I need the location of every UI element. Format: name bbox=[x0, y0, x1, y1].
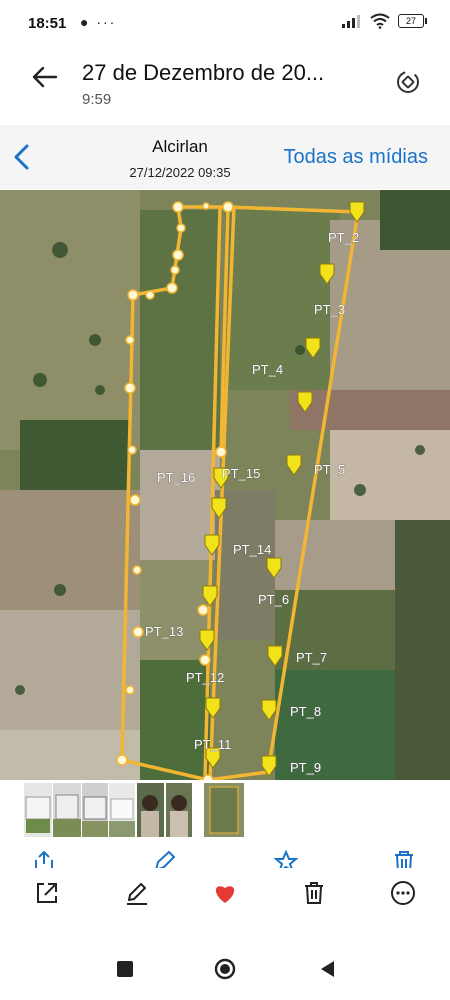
home-circle-icon[interactable] bbox=[214, 958, 236, 980]
map-label-pt16: PT_16 bbox=[157, 470, 195, 485]
status-time: 18:51 bbox=[28, 15, 67, 32]
back-triangle-icon[interactable] bbox=[316, 958, 338, 980]
notification-icons: ● ··· bbox=[80, 14, 117, 30]
map-label-pt13: PT_13 bbox=[145, 624, 183, 639]
share-icon[interactable] bbox=[34, 880, 60, 906]
map-label-pt11: PT_11 bbox=[194, 737, 231, 752]
action-bar bbox=[0, 868, 450, 920]
page-title: 27 de Dezembro de 20... bbox=[82, 60, 325, 85]
page-subtitle: 9:59 bbox=[82, 91, 112, 108]
heart-icon[interactable] bbox=[212, 880, 238, 906]
thumbnail-6[interactable] bbox=[166, 783, 192, 837]
viewer-toolbar-peek bbox=[0, 840, 450, 868]
edit-icon-peek[interactable] bbox=[152, 850, 176, 868]
map-label-pt9: PT_9 bbox=[290, 760, 321, 775]
trash-icon-peek[interactable] bbox=[392, 850, 416, 868]
thumbnail-7-selected[interactable] bbox=[204, 783, 244, 837]
map-label-pt15: PT_15 bbox=[222, 466, 260, 481]
more-horizontal-icon[interactable] bbox=[390, 880, 416, 906]
all-media-link[interactable]: Todas as mídias bbox=[283, 146, 428, 169]
app-header: 27 de Dezembro de 20... 9:59 bbox=[0, 48, 450, 122]
satellite-photo[interactable]: PT_2 PT_3 PT_4 PT_5 PT_6 PT_7 PT_8 PT_9 … bbox=[0, 190, 450, 780]
recents-square-icon[interactable] bbox=[114, 958, 136, 980]
pencil-icon[interactable] bbox=[124, 880, 150, 906]
status-bar: 18:51 ● ··· 27 bbox=[0, 0, 450, 48]
thumbnail-1[interactable] bbox=[24, 783, 52, 837]
arrow-left-icon[interactable] bbox=[30, 62, 60, 92]
signal-icon bbox=[342, 15, 360, 28]
map-label-pt2: PT_2 bbox=[328, 230, 359, 245]
thumbnail-2[interactable] bbox=[53, 783, 81, 837]
wifi-icon bbox=[370, 13, 390, 29]
map-label-pt12: PT_12 bbox=[186, 670, 224, 685]
map-label-pt5: PT_5 bbox=[314, 462, 345, 477]
map-label-pt8: PT_8 bbox=[290, 704, 321, 719]
status-right: 27 bbox=[342, 13, 427, 29]
satellite-map: PT_2 PT_3 PT_4 PT_5 PT_6 PT_7 PT_8 PT_9 … bbox=[0, 190, 450, 780]
map-label-pt7: PT_7 bbox=[296, 650, 327, 665]
map-label-pt3: PT_3 bbox=[314, 302, 345, 317]
map-label-pt14: PT_14 bbox=[233, 542, 271, 557]
thumbnail-4[interactable] bbox=[109, 783, 135, 837]
viewer-bar: Alcirlan 27/12/2022 09:35 Todas as mídia… bbox=[0, 125, 450, 189]
thumbnail-strip bbox=[0, 780, 450, 840]
trash-icon[interactable] bbox=[301, 880, 327, 906]
star-icon-peek[interactable] bbox=[274, 850, 298, 868]
rotate-screen-icon[interactable] bbox=[394, 68, 422, 96]
battery-icon: 27 bbox=[398, 14, 427, 28]
system-nav-bar bbox=[0, 940, 450, 1000]
share-icon-peek[interactable] bbox=[32, 850, 56, 868]
thumbnail-5[interactable] bbox=[137, 783, 164, 837]
thumbnail-3[interactable] bbox=[82, 783, 108, 837]
map-label-pt6: PT_6 bbox=[258, 592, 289, 607]
map-label-pt4: PT_4 bbox=[252, 362, 283, 377]
